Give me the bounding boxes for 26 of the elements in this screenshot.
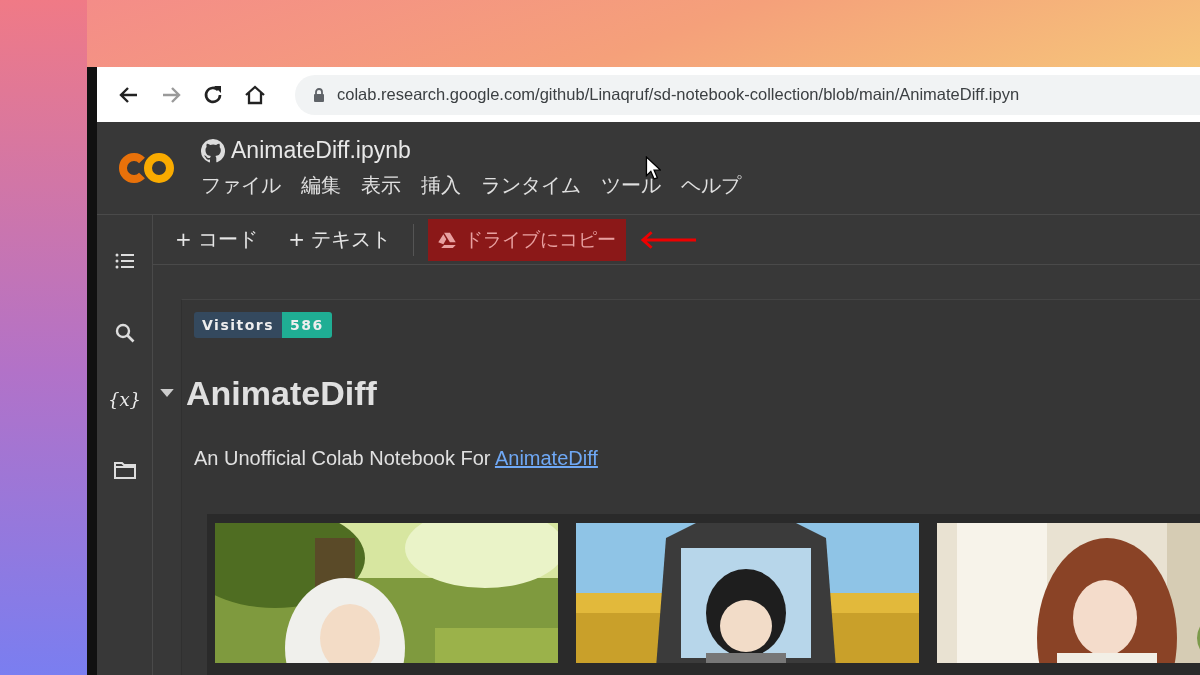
visitors-label: Visitors xyxy=(194,312,283,338)
section-heading: AnimateDiff xyxy=(186,374,377,413)
menu-item[interactable]: ヘルプ xyxy=(681,172,741,199)
toolbar-button[interactable]: ドライブにコピー xyxy=(428,218,627,261)
github-icon xyxy=(201,138,225,163)
logo-icon xyxy=(117,150,177,186)
arrow-drawing xyxy=(640,229,699,250)
address-bar[interactable]: colab.research.google.com/github/Linaqruf/sd-notebook-collection/blob/main/AnimateDiff.ipyn xyxy=(295,74,1200,115)
menu-item[interactable]: ツール xyxy=(601,172,661,199)
toolbar-button[interactable]: + コード xyxy=(167,220,267,259)
toolbar-button[interactable]: + テキスト xyxy=(280,220,400,259)
menu-item[interactable]: 編集 xyxy=(301,172,341,199)
menu-item[interactable]: ランタイム xyxy=(481,172,581,199)
lock-icon xyxy=(313,87,325,102)
description-text: An Unofficial Colab Notebook For AnimateDiff xyxy=(194,447,599,470)
notebook-title[interactable]: AnimateDiff.ipynb xyxy=(231,137,411,164)
menu-item[interactable]: ファイル xyxy=(201,172,281,199)
collapse-caret-icon[interactable] xyxy=(160,389,174,398)
url-text: colab.research.google.com/github/Linaqruf/sd-notebook-collection/blob/main/AnimateDiff.ipyn xyxy=(337,85,1020,104)
menu-item[interactable]: 挿入 xyxy=(421,172,461,199)
menu-item[interactable]: 表示 xyxy=(361,172,401,199)
variables-button[interactable]: {x} xyxy=(107,389,142,410)
visitors-count: 586 xyxy=(282,312,332,338)
drive-icon xyxy=(438,231,457,248)
animatediff-link[interactable]: AnimateDiff xyxy=(494,447,598,469)
cursor-icon xyxy=(645,156,661,180)
